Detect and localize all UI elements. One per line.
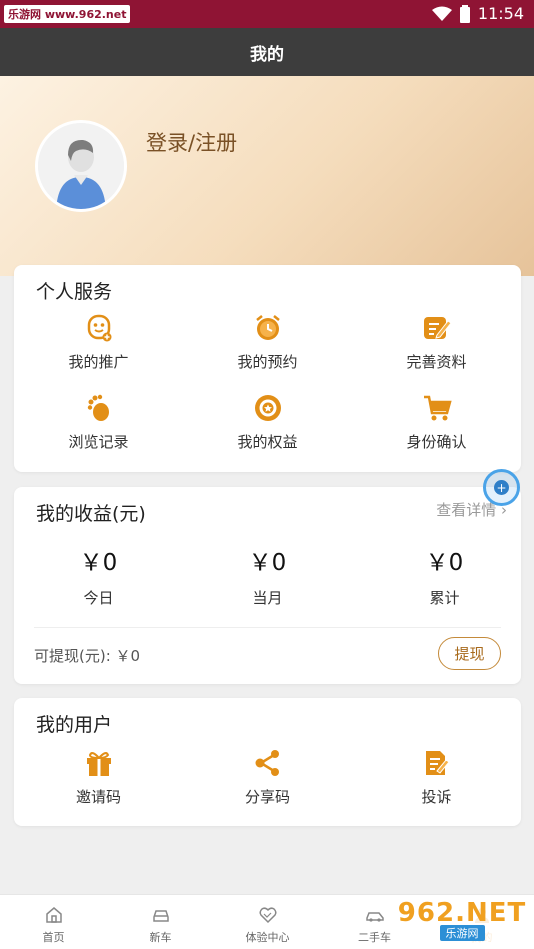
personal-services-title: 个人服务: [36, 281, 113, 303]
stat-total: ￥0 累计: [360, 543, 529, 608]
tab-home[interactable]: 首页: [0, 895, 107, 949]
service-label: 我的预约: [237, 353, 298, 371]
withdrawable-label: 可提现(元):: [34, 647, 111, 665]
users-item-label: 投诉: [421, 788, 452, 806]
service-my-rights[interactable]: 我的权益: [183, 393, 352, 452]
tab-label: 体验中心: [245, 931, 290, 944]
watermark-big-text: 962.NET: [397, 898, 527, 928]
stat-today: ￥0 今日: [14, 543, 183, 608]
gift-icon: [86, 752, 111, 776]
earnings-card: 我的收益(元) 查看详情 › ￥0 今日 ￥0 当月 ￥0 累计 可提现(元):…: [14, 487, 521, 684]
service-complete-profile[interactable]: 完善资料: [352, 313, 521, 372]
stat-value: ￥0: [425, 550, 464, 576]
status-watermark: 乐游网 www.962.net: [4, 5, 131, 23]
service-label: 身份确认: [406, 433, 467, 451]
watermark-logo: 962.NET 乐游网: [396, 898, 528, 944]
cart-icon: [423, 395, 452, 421]
view-details-label: 查看详情: [436, 501, 497, 519]
battery-icon: [459, 4, 470, 23]
users-complaint[interactable]: 投诉: [352, 748, 521, 807]
withdrawable-amount: 可提现(元): ￥0: [34, 645, 140, 666]
stat-label: 今日: [83, 589, 114, 607]
divider: [34, 627, 501, 628]
my-users-card: 我的用户 邀请码 分享码 投诉: [14, 698, 521, 826]
service-label: 浏览记录: [68, 433, 129, 451]
service-label: 我的权益: [237, 433, 298, 451]
avatar[interactable]: [35, 120, 127, 212]
floating-assist-button[interactable]: +: [483, 469, 520, 506]
service-label: 完善资料: [406, 353, 467, 371]
tab-label: 首页: [42, 931, 65, 944]
plus-icon: +: [494, 480, 509, 495]
default-avatar-icon: [38, 123, 124, 209]
app-header: 我的: [0, 28, 534, 76]
handshake-icon: [258, 907, 277, 924]
tab-label: 新车: [149, 931, 172, 944]
login-register-link[interactable]: 登录/注册: [146, 127, 237, 157]
users-item-label: 分享码: [244, 788, 290, 806]
stat-label: 当月: [252, 589, 283, 607]
personal-services-card: 个人服务 我的推广 我的预约 完善资料 浏览记录 我的权益 身份确认: [14, 265, 521, 472]
tab-experience-center[interactable]: 体验中心: [214, 895, 321, 949]
status-bar: 乐游网 www.962.net 11:54: [0, 0, 534, 28]
users-share-code[interactable]: 分享码: [183, 748, 352, 807]
footprint-icon: [87, 394, 109, 421]
page-title: 我的: [250, 44, 284, 65]
stat-this-month: ￥0 当月: [183, 543, 352, 608]
withdraw-button[interactable]: 提现: [438, 637, 501, 670]
stat-value: ￥0: [79, 550, 118, 576]
service-browse-history[interactable]: 浏览记录: [14, 393, 183, 452]
watermark-small-text: 乐游网: [439, 925, 485, 941]
earnings-title: 我的收益(元): [36, 503, 146, 525]
used-car-icon: [365, 912, 384, 922]
wifi-icon: [431, 6, 452, 21]
status-time: 11:54: [477, 4, 524, 23]
tab-label: 二手车: [358, 931, 391, 944]
status-right: 11:54: [431, 4, 524, 23]
promotion-face-icon: [87, 314, 111, 342]
my-users-title: 我的用户: [36, 714, 113, 736]
service-my-promotion[interactable]: 我的推广: [14, 313, 183, 372]
service-label: 我的推广: [68, 353, 129, 371]
users-item-label: 邀请码: [75, 788, 121, 806]
stat-value: ￥0: [248, 550, 287, 576]
alarm-clock-icon: [255, 315, 280, 340]
complaint-doc-icon: [425, 751, 450, 775]
tab-new-car[interactable]: 新车: [107, 895, 214, 949]
withdrawable-value: ￥0: [115, 647, 141, 665]
medal-icon: [254, 395, 281, 421]
stat-label: 累计: [429, 589, 460, 607]
share-icon: [255, 750, 279, 776]
service-my-appointment[interactable]: 我的预约: [183, 313, 352, 372]
edit-profile-icon: [423, 317, 452, 339]
car-icon: [152, 910, 169, 922]
service-identity-confirm[interactable]: 身份确认: [352, 393, 521, 452]
home-icon: [45, 907, 62, 923]
users-invite-code[interactable]: 邀请码: [14, 748, 183, 807]
